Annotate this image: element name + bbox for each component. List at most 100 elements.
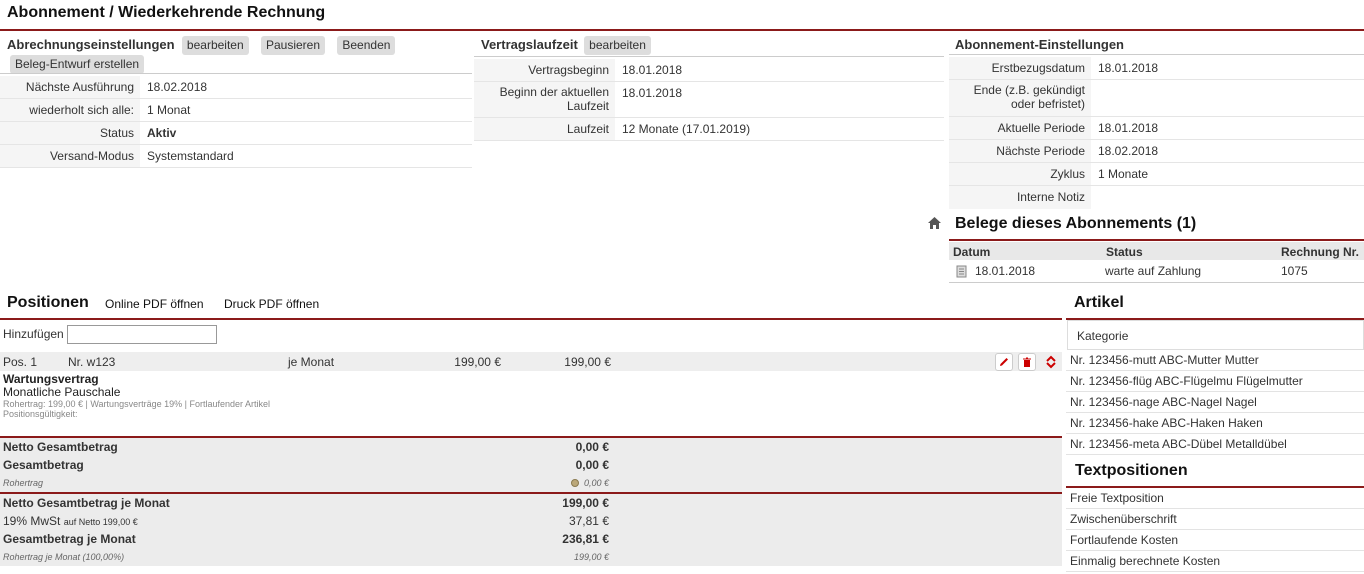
contract-row-label: Laufzeit (474, 118, 615, 140)
article-item[interactable]: Nr. 123456-nage ABC-Nagel Nagel (1066, 392, 1364, 413)
subscription-row-value (1091, 80, 1105, 116)
documents-divider (949, 239, 1364, 241)
textpositions-heading: Textpositionen (1075, 462, 1188, 479)
subscription-heading: Abonnement-Einstellungen (955, 37, 1124, 52)
gross-total-label: Gesamtbetrag (3, 458, 84, 472)
subscription-row-value: 18.02.2018 (1098, 144, 1159, 158)
subscription-row: Aktuelle Periode 18.01.2018 (949, 117, 1364, 140)
gross-month-value: 236,81 € (562, 532, 609, 546)
gross-total-value: 0,00 € (575, 458, 609, 472)
subscription-row: Erstbezugsdatum 18.01.2018 (949, 57, 1364, 80)
subscription-row: Ende (z.B. gekündigt oder befristet) (949, 80, 1364, 117)
margin-row: Rohertrag 0,00 € (0, 478, 612, 488)
pause-button[interactable]: Pausieren (260, 36, 326, 55)
vat-row: 19% MwSt auf Netto 199,00 € 37,81 € (0, 514, 612, 528)
document-row[interactable]: 18.01.2018 warte auf Zahlung 1075 (949, 261, 1364, 283)
contract-row-value: 12 Monate (17.01.2019) (622, 122, 751, 136)
delete-position-button[interactable] (1018, 353, 1036, 371)
article-item[interactable]: Nr. 123456-meta ABC-Dübel Metalldübel (1066, 434, 1364, 455)
subscription-row-label: Erstbezugsdatum (949, 57, 1091, 79)
subscription-row-label: Ende (z.B. gekündigt oder befristet) (949, 80, 1091, 116)
gross-month-row: Gesamtbetrag je Monat 236,81 € (0, 532, 612, 546)
end-button[interactable]: Beenden (337, 36, 396, 55)
net-total-value: 0,00 € (575, 440, 609, 454)
reorder-icon[interactable] (1045, 355, 1057, 369)
contract-row-value: 18.01.2018 (622, 86, 683, 100)
document-icon (956, 265, 967, 278)
contract-table: Vertragsbeginn 18.01.2018 Beginn der akt… (474, 59, 944, 141)
subscription-row-label-line1: Ende (z.B. gekündigt (973, 83, 1085, 97)
contract-row: Laufzeit 12 Monate (17.01.2019) (474, 118, 944, 141)
contract-divider (474, 56, 944, 57)
article-item[interactable]: Nr. 123456-mutt ABC-Mutter Mutter (1066, 350, 1364, 371)
billing-divider (0, 73, 472, 74)
col-date: Datum (953, 245, 991, 259)
subscription-row-label: Interne Notiz (949, 186, 1091, 209)
position-article-nr: Nr. w123 (68, 355, 116, 369)
article-item[interactable]: Nr. 123456-flüg ABC-Flügelmu Flügelmutte… (1066, 371, 1364, 392)
col-invoice: Rechnung Nr. (1281, 245, 1360, 259)
vat-note: auf Netto 199,00 € (63, 517, 138, 527)
create-draft-button[interactable]: Beleg-Entwurf erstellen (10, 55, 145, 74)
monthly-totals-box: Netto Gesamtbetrag je Monat 199,00 € 19%… (0, 494, 1062, 566)
positions-heading: Positionen (7, 294, 89, 311)
position-total: 199,00 € (564, 355, 611, 369)
position-name: Wartungsvertrag (3, 372, 99, 386)
position-validity: Positionsgültigkeit: (3, 409, 78, 419)
home-icon[interactable] (927, 216, 943, 232)
pdf-online-link[interactable]: Online PDF öffnen (105, 297, 204, 311)
billing-heading: Abrechnungseinstellungen (7, 37, 175, 52)
textposition-list: Freie Textposition Zwischenüberschrift F… (1066, 488, 1364, 572)
document-date: 18.01.2018 (975, 264, 1036, 278)
subscription-row-label: Nächste Periode (949, 140, 1091, 162)
textposition-item[interactable]: Fortlaufende Kosten (1066, 530, 1364, 551)
trash-icon (1023, 357, 1031, 367)
gross-total-row: Gesamtbetrag 0,00 € (0, 458, 612, 472)
document-status: warte auf Zahlung (1105, 264, 1202, 278)
textposition-item[interactable]: Freie Textposition (1066, 488, 1364, 509)
contract-edit-button[interactable]: bearbeiten (584, 36, 651, 55)
subscription-row-value: 18.01.2018 (1098, 61, 1159, 75)
pencil-icon (1000, 358, 1008, 366)
contract-row: Beginn der aktuellen Laufzeit 18.01.2018 (474, 82, 944, 118)
margin-month-value: 199,00 € (573, 552, 609, 562)
billing-row-label: wiederholt sich alle: (0, 99, 140, 121)
article-item[interactable]: Nr. 123456-hake ABC-Haken Haken (1066, 413, 1364, 434)
pdf-print-link[interactable]: Druck PDF öffnen (224, 297, 319, 311)
net-total-row: Netto Gesamtbetrag 0,00 € (0, 440, 612, 454)
vat-value: 37,81 € (568, 514, 609, 528)
article-list: Nr. 123456-mutt ABC-Mutter Mutter Nr. 12… (1066, 350, 1364, 455)
contract-header: Vertragslaufzeit bearbeiten (481, 36, 651, 55)
subscription-table: Erstbezugsdatum 18.01.2018 Ende (z.B. ge… (949, 57, 1364, 209)
position-number: Pos. 1 (3, 355, 38, 369)
documents-header-row: Datum Status Rechnung Nr. (949, 242, 1364, 260)
document-invoice: 1075 (1281, 264, 1308, 278)
documents-heading: Belege dieses Abonnements (1) (955, 215, 1197, 232)
page-title: Abonnement / Wiederkehrende Rechnung (7, 4, 326, 21)
position-period: je Monat (288, 355, 335, 369)
position-description: Monatliche Pauschale (3, 385, 121, 399)
margin-label: Rohertrag (3, 478, 44, 488)
gross-month-label: Gesamtbetrag je Monat (3, 532, 136, 546)
billing-row-value: 1 Monat (147, 103, 191, 117)
add-label: Hinzufügen (3, 327, 64, 341)
textposition-item[interactable]: Zwischenüberschrift (1066, 509, 1364, 530)
subscription-row-value: 18.01.2018 (1098, 121, 1159, 135)
contract-heading: Vertragslaufzeit (481, 37, 578, 52)
positions-divider (0, 318, 1062, 320)
net-month-label: Netto Gesamtbetrag je Monat (3, 496, 170, 510)
textposition-item[interactable]: Einmalig berechnete Kosten (1066, 551, 1364, 572)
net-month-value: 199,00 € (562, 496, 609, 510)
subscription-row-label: Aktuelle Periode (949, 117, 1091, 139)
contract-row-label: Beginn der aktuellen Laufzeit (474, 82, 615, 117)
billing-row-value: 18.02.2018 (147, 80, 208, 94)
margin-month-label: Rohertrag je Monat (100,00%) (3, 552, 125, 562)
edit-position-button[interactable] (995, 353, 1013, 371)
add-position-input[interactable] (67, 325, 217, 344)
billing-row: Versand-Modus Systemstandard (0, 145, 472, 168)
subscription-row-value (1091, 186, 1105, 209)
billing-edit-button[interactable]: bearbeiten (181, 36, 249, 55)
position-price: 199,00 € (454, 355, 501, 369)
contract-row: Vertragsbeginn 18.01.2018 (474, 59, 944, 82)
category-selector[interactable]: Kategorie (1067, 320, 1364, 350)
